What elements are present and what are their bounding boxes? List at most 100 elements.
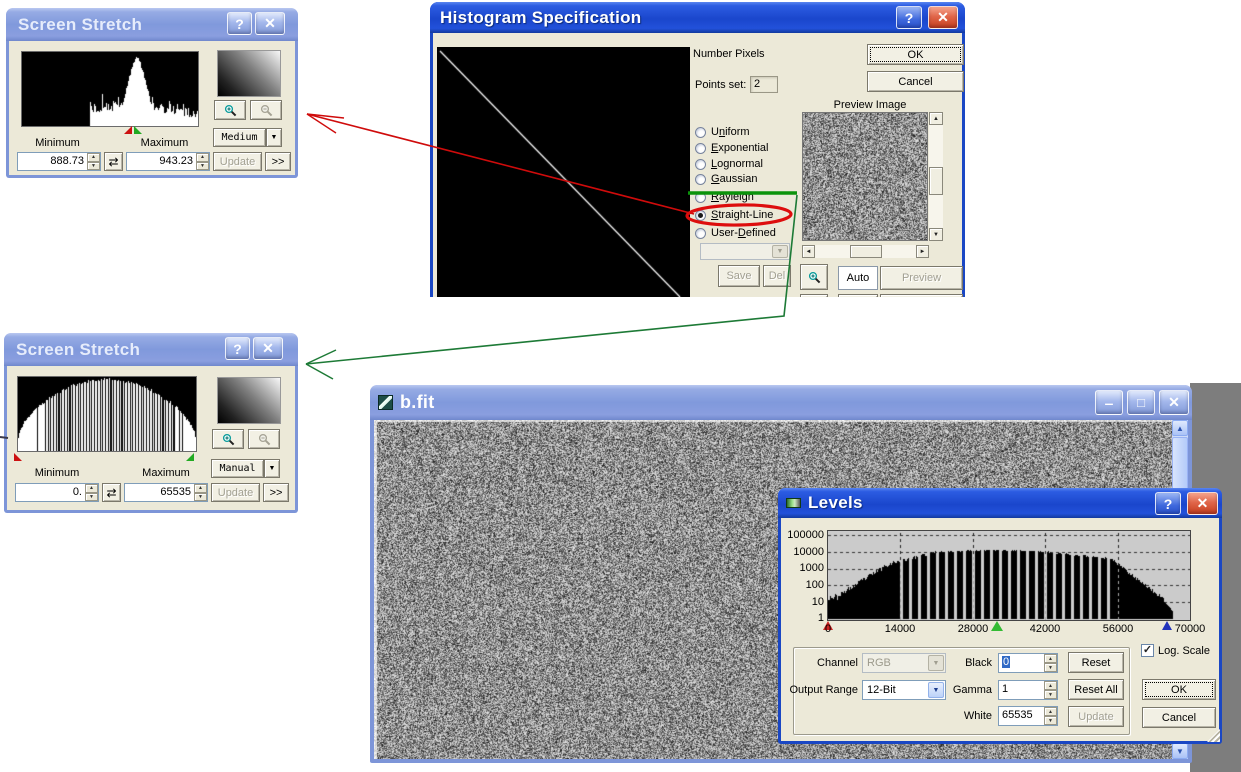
- white-spinner[interactable]: ▲▼: [1044, 707, 1057, 725]
- maximum-spinner[interactable]: ▲▼: [194, 484, 207, 501]
- expand-button[interactable]: >>: [265, 152, 291, 171]
- zoom-out-button[interactable]: [250, 100, 282, 120]
- maximize-button[interactable]: □: [1127, 390, 1155, 415]
- preview-button[interactable]: Preview: [880, 266, 963, 290]
- titlebar[interactable]: Histogram Specification: [430, 2, 965, 33]
- minimize-button[interactable]: ‒: [1095, 390, 1123, 415]
- ok-button[interactable]: OK: [1142, 679, 1216, 700]
- maximum-field[interactable]: 943.23 ▲▼: [126, 152, 210, 171]
- titlebar[interactable]: b.fit: [370, 385, 1192, 420]
- gamma-value[interactable]: 1: [999, 681, 1044, 699]
- clipped-button[interactable]: [880, 294, 963, 297]
- update-button[interactable]: Update: [213, 152, 262, 171]
- radio-circle[interactable]: [695, 159, 706, 170]
- preview-image[interactable]: [803, 113, 927, 240]
- clipped-button[interactable]: [800, 294, 828, 297]
- radio-rayleigh[interactable]: Rayleigh: [695, 191, 754, 203]
- reset-all-button[interactable]: Reset All: [1068, 679, 1124, 700]
- close-button[interactable]: ✕: [928, 6, 958, 29]
- scroll-down-icon[interactable]: ▼: [1172, 743, 1188, 759]
- swap-minmax-button[interactable]: ⇄: [104, 152, 123, 171]
- maximum-spinner[interactable]: ▲▼: [196, 153, 209, 170]
- radio-circle[interactable]: [695, 192, 706, 203]
- minimum-field[interactable]: 0. ▲▼: [15, 483, 99, 502]
- minimum-value[interactable]: 0.: [16, 484, 85, 501]
- stretch-histogram[interactable]: [18, 377, 196, 451]
- preview-hscrollbar[interactable]: ◄ ►: [802, 245, 929, 258]
- zoom-out-button[interactable]: [248, 429, 280, 449]
- zoom-in-button[interactable]: [212, 429, 244, 449]
- radio-exponential[interactable]: Exponential: [695, 142, 769, 154]
- preview-vscrollbar[interactable]: ▲ ▼: [929, 112, 943, 241]
- help-button[interactable]: ?: [1155, 492, 1181, 515]
- close-button[interactable]: ✕: [253, 337, 283, 360]
- transfer-curve-plot[interactable]: [437, 47, 690, 297]
- close-button[interactable]: ✕: [1159, 390, 1189, 415]
- min-marker-triangle[interactable]: [14, 453, 22, 461]
- minimum-field[interactable]: 888.73 ▲▼: [17, 152, 101, 171]
- stretch-mode-dropdown-button[interactable]: ▼: [264, 459, 280, 478]
- close-button[interactable]: ✕: [1187, 492, 1218, 515]
- vscroll-thumb[interactable]: [929, 167, 943, 195]
- clipped-button[interactable]: [838, 294, 878, 297]
- channel-select[interactable]: RGB ▼: [862, 653, 946, 673]
- cancel-button[interactable]: Cancel: [867, 71, 964, 92]
- radio-circle[interactable]: [695, 228, 706, 239]
- black-field[interactable]: 0 ▲▼: [998, 653, 1058, 673]
- max-marker-triangle[interactable]: [134, 126, 142, 134]
- user-defined-select[interactable]: ▼: [700, 243, 790, 260]
- stretch-mode-select[interactable]: Medium: [213, 128, 266, 147]
- save-button[interactable]: Save: [718, 265, 760, 287]
- scroll-right-icon[interactable]: ►: [916, 245, 929, 258]
- hscroll-thumb[interactable]: [850, 245, 882, 258]
- radio-straight-line[interactable]: Straight-Line: [695, 209, 773, 221]
- white-value[interactable]: 65535: [999, 707, 1044, 725]
- scroll-up-icon[interactable]: ▲: [1172, 420, 1188, 436]
- cancel-button[interactable]: Cancel: [1142, 707, 1216, 728]
- minimum-spinner[interactable]: ▲▼: [85, 484, 98, 501]
- update-button[interactable]: Update: [211, 483, 260, 502]
- maximum-field[interactable]: 65535 ▲▼: [124, 483, 208, 502]
- preview-zoom-in-button[interactable]: [800, 264, 828, 290]
- expand-button[interactable]: >>: [263, 483, 289, 502]
- auto-button[interactable]: Auto: [838, 266, 878, 290]
- swap-minmax-button[interactable]: ⇄: [102, 483, 121, 502]
- update-button[interactable]: Update: [1068, 706, 1124, 727]
- close-button[interactable]: ✕: [255, 12, 285, 35]
- stretch-mode-select[interactable]: Manual: [211, 459, 264, 478]
- help-button[interactable]: ?: [896, 6, 922, 29]
- maximum-value[interactable]: 943.23: [127, 153, 196, 170]
- scroll-down-icon[interactable]: ▼: [929, 228, 943, 241]
- radio-uniform[interactable]: Uniform: [695, 126, 750, 138]
- help-button[interactable]: ?: [227, 12, 252, 35]
- ok-button[interactable]: OK: [867, 44, 964, 65]
- stretch-mode-dropdown-button[interactable]: ▼: [266, 128, 282, 147]
- white-field[interactable]: 65535 ▲▼: [998, 706, 1058, 726]
- max-marker-triangle[interactable]: [186, 453, 194, 461]
- radio-lognormal[interactable]: Lognormal: [695, 158, 763, 170]
- minimum-value[interactable]: 888.73: [18, 153, 87, 170]
- radio-circle[interactable]: [695, 210, 706, 221]
- stretch-histogram[interactable]: [22, 52, 198, 126]
- log-scale-checkbox[interactable]: ✓ Log. Scale: [1141, 644, 1210, 657]
- maximum-value[interactable]: 65535: [125, 484, 194, 501]
- radio-user-defined[interactable]: User-Defined: [695, 227, 776, 239]
- scroll-left-icon[interactable]: ◄: [802, 245, 815, 258]
- del-button[interactable]: Del: [763, 265, 791, 287]
- reset-button[interactable]: Reset: [1068, 652, 1124, 673]
- radio-circle[interactable]: [695, 143, 706, 154]
- black-value[interactable]: 0: [999, 654, 1044, 672]
- zoom-in-button[interactable]: [214, 100, 246, 120]
- radio-gaussian[interactable]: Gaussian: [695, 173, 757, 185]
- levels-histogram[interactable]: [828, 531, 1190, 620]
- gamma-field[interactable]: 1 ▲▼: [998, 680, 1058, 700]
- black-spinner[interactable]: ▲▼: [1044, 654, 1057, 672]
- min-marker-triangle[interactable]: [124, 126, 132, 134]
- help-button[interactable]: ?: [225, 337, 250, 360]
- scroll-up-icon[interactable]: ▲: [929, 112, 943, 125]
- minimum-spinner[interactable]: ▲▼: [87, 153, 100, 170]
- gamma-spinner[interactable]: ▲▼: [1044, 681, 1057, 699]
- output-range-select[interactable]: 12-Bit ▼: [862, 680, 946, 700]
- radio-circle[interactable]: [695, 127, 706, 138]
- radio-circle[interactable]: [695, 174, 706, 185]
